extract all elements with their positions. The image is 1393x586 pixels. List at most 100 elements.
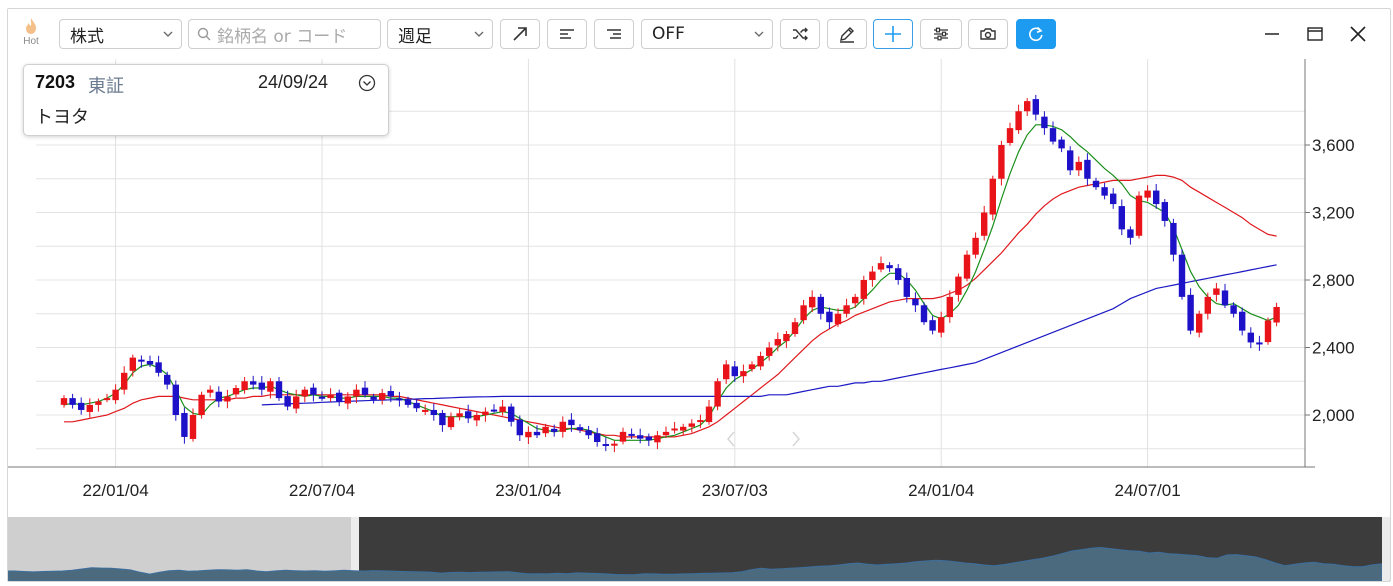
hot-button[interactable]: Hot [16,17,46,47]
candle-body [998,145,1005,179]
candle-body [499,406,506,412]
align-right-button[interactable] [594,19,634,49]
candle-body [258,382,265,390]
x-tick-label: 22/07/04 [289,481,355,500]
candle-body [542,426,549,434]
candle-body [103,398,111,401]
candle-body [551,428,558,432]
indicator-select[interactable]: OFF [641,19,773,49]
candle-body [129,357,136,371]
candle-body [723,364,730,380]
navigator-overview[interactable] [8,517,1390,581]
candle-body [86,404,93,412]
candle-body [447,416,455,428]
candle-body [628,433,635,436]
candle-body [568,419,575,426]
candle-body [224,396,231,402]
toolbar: Hot 株式 銘柄名 or コード 週足 OFF [8,9,1390,57]
refresh-icon [1029,26,1043,42]
candle-body [903,277,910,297]
minimize-icon [1265,33,1279,35]
candle-body [533,431,541,436]
candle-body [834,313,842,325]
candle-body [938,317,945,333]
x-tick-label: 24/07/01 [1115,481,1181,500]
crosshair-button[interactable] [873,19,913,49]
chevron-down-icon [474,31,484,37]
candle-body [344,396,351,404]
candle-body [1247,332,1254,343]
maximize-icon [1307,27,1323,41]
candle-body [662,431,670,436]
candle-body [585,430,592,436]
candle-body [860,280,867,299]
candle-body [525,431,532,438]
candle-body [275,381,283,399]
period-select[interactable]: 週足 [387,19,493,49]
candle-body [800,305,807,321]
candle-body [318,396,326,399]
screenshot-button[interactable] [968,19,1008,49]
candle-body [920,305,928,323]
search-input[interactable]: 銘柄名 or コード [188,19,381,49]
settings-button[interactable] [920,19,962,49]
candle-body [688,423,695,427]
indicator-value: OFF [652,24,685,44]
candle-body [396,398,403,401]
candle-body [112,389,119,401]
range-navigator[interactable] [8,517,1390,581]
candle-body [972,237,979,255]
candle-body [1213,288,1220,295]
candle-body [198,394,205,415]
sliders-icon [934,27,948,41]
candle-body [439,412,446,426]
asset-type-value: 株式 [70,26,104,47]
candle-body [353,389,360,397]
candle-body [404,399,412,405]
hot-label: Hot [23,36,39,47]
candle-body [336,392,343,402]
close-icon [1350,26,1366,42]
scroll-right-icon[interactable] [792,431,800,447]
period-value: 週足 [398,26,432,47]
shuffle-button[interactable] [780,19,820,49]
market-name: 東証 [88,76,124,97]
refresh-button[interactable] [1016,19,1056,49]
candle-body [207,389,214,393]
navigator-handle-right[interactable] [1382,517,1390,581]
candle-body [241,381,248,391]
candle-body [645,436,652,441]
chevron-down-icon [163,31,173,37]
flame-icon [26,18,36,34]
candle-body [379,393,386,400]
chevron-circle-icon[interactable] [358,74,376,92]
asset-type-select[interactable]: 株式 [59,19,182,49]
candle-body [697,420,704,423]
candle-body [181,412,188,437]
candle-body [619,431,627,442]
candle-body [482,411,489,415]
candle-body [301,389,308,397]
candle-body [886,265,893,269]
maximize-button[interactable] [1304,23,1326,45]
align-left-button[interactable] [547,19,587,49]
draw-button[interactable] [827,19,867,49]
candle-body [1161,202,1168,221]
align-left-icon [560,29,574,39]
candle-body [155,362,162,373]
candle-body [912,298,919,306]
close-button[interactable] [1347,23,1369,45]
x-tick-label: 24/01/04 [908,481,974,500]
candle-body [757,355,764,367]
scroll-left-icon[interactable] [727,431,735,447]
y-tick-label: 2,400 [1312,339,1355,358]
candle-body [869,271,876,280]
candle-body [361,387,369,395]
minimize-button[interactable] [1261,23,1283,45]
candle-body [1092,180,1100,188]
candle-body [232,388,240,395]
trendline-button[interactable] [500,19,540,49]
stock-name: トヨタ [35,107,89,128]
candle-body [430,409,437,415]
candle-body [284,396,291,407]
